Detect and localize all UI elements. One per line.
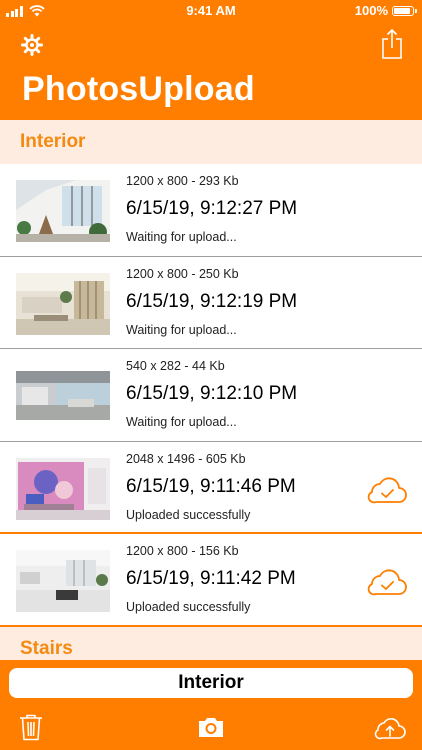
album-selector[interactable]: Interior [9, 668, 413, 698]
photo-date: 6/15/19, 9:12:10 PM [126, 383, 298, 405]
section-header-interior: Interior [0, 120, 422, 164]
status-bar: 9:41 AM 100% [0, 0, 422, 22]
page-title: PhotosUpload [22, 70, 255, 108]
upload-status: Waiting for upload... [126, 415, 237, 430]
upload-status: Waiting for upload... [126, 230, 237, 244]
photo-thumbnail [16, 272, 110, 335]
photo-row[interactable]: 1200 x 800 - 250 Kb 6/15/19, 9:12:19 PM … [0, 256, 422, 350]
photo-date: 6/15/19, 9:12:27 PM [126, 198, 298, 219]
trash-icon[interactable] [18, 713, 44, 741]
upload-status: Waiting for upload... [126, 322, 237, 337]
photo-row[interactable]: 540 x 282 - 44 Kb 6/15/19, 9:12:10 PM Wa… [0, 349, 422, 442]
photo-list: 1200 x 800 - 293 Kb 6/15/19, 9:12:27 PM … [0, 164, 422, 627]
photo-date: 6/15/19, 9:11:42 PM [126, 568, 296, 590]
cloud-upload-icon[interactable] [374, 716, 406, 740]
photo-thumbnail [16, 180, 110, 242]
photo-thumbnail [16, 371, 110, 421]
cloud-check-icon [367, 477, 407, 504]
photo-thumbnail [16, 550, 110, 613]
photo-meta: 540 x 282 - 44 Kb [126, 359, 225, 374]
photo-date: 6/15/19, 9:11:46 PM [126, 475, 296, 497]
status-right: 100% [354, 3, 417, 18]
photo-meta: 1200 x 800 - 156 Kb [126, 544, 239, 559]
screen: 9:41 AM 100% PhotosUpload Interior 1200 … [0, 0, 422, 750]
battery-icon [392, 5, 417, 16]
battery-percent: 100% [354, 3, 388, 18]
photo-row[interactable]: 1200 x 800 - 156 Kb 6/15/19, 9:11:42 PM … [0, 534, 422, 627]
photo-row[interactable]: 2048 x 1496 - 605 Kb 6/15/19, 9:11:46 PM… [0, 441, 422, 535]
photo-meta: 1200 x 800 - 293 Kb [126, 174, 239, 188]
battery-fill [394, 7, 410, 14]
photo-date: 6/15/19, 9:12:19 PM [126, 290, 298, 312]
photo-meta: 2048 x 1496 - 605 Kb [126, 451, 246, 466]
photo-row[interactable]: 1200 x 800 - 293 Kb 6/15/19, 9:12:27 PM … [0, 164, 422, 257]
cloud-check-icon [367, 569, 407, 596]
header: 9:41 AM 100% PhotosUpload [0, 0, 422, 120]
upload-status: Uploaded successfully [126, 600, 251, 615]
photo-meta: 1200 x 800 - 250 Kb [126, 266, 239, 281]
bottom-toolbar: Interior [0, 660, 422, 750]
share-icon[interactable] [380, 28, 404, 60]
camera-icon[interactable] [197, 716, 225, 738]
upload-status: Uploaded successfully [126, 507, 251, 522]
gear-icon[interactable] [20, 33, 44, 57]
photo-thumbnail [16, 457, 110, 520]
